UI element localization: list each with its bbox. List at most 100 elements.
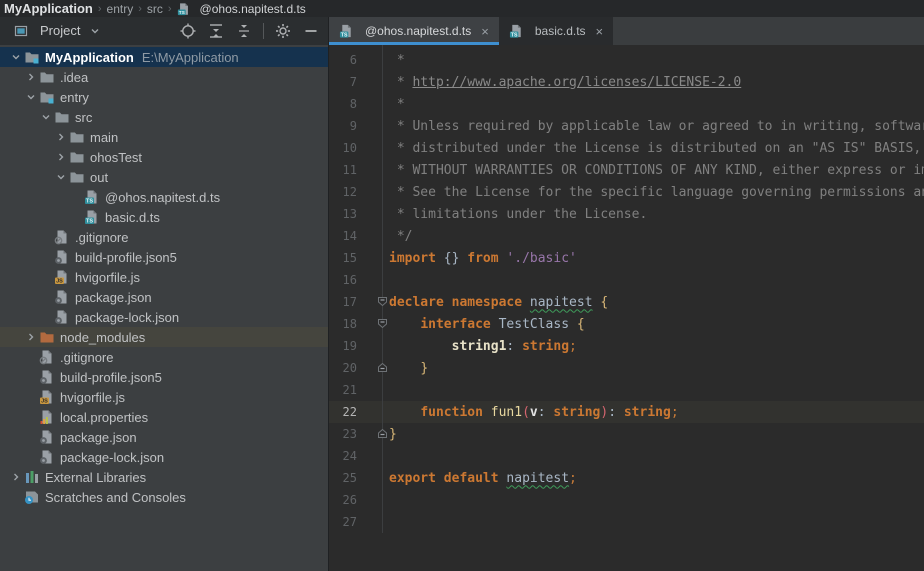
line-number[interactable]: 8 bbox=[329, 97, 365, 111]
fold-marker-up-icon[interactable] bbox=[365, 357, 383, 379]
line-number[interactable]: 11 bbox=[329, 163, 365, 177]
line-number[interactable]: 22 bbox=[329, 405, 365, 419]
code-line-7[interactable]: 7 * http://www.apache.org/licenses/LICEN… bbox=[329, 71, 924, 93]
tree-item-main[interactable]: main bbox=[0, 127, 328, 147]
chevron-down-icon[interactable] bbox=[53, 171, 68, 183]
code-line-19[interactable]: 19 string1: string; bbox=[329, 335, 924, 357]
collapse-all-button[interactable] bbox=[235, 22, 253, 40]
tab-close-icon[interactable]: × bbox=[596, 25, 604, 38]
tree-item-package-json[interactable]: package.json bbox=[0, 287, 328, 307]
chevron-down-icon[interactable] bbox=[38, 111, 53, 123]
code-line-16[interactable]: 16 bbox=[329, 269, 924, 291]
chevron-right-icon[interactable] bbox=[23, 331, 38, 343]
line-number[interactable]: 9 bbox=[329, 119, 365, 133]
tree-item-idea[interactable]: .idea bbox=[0, 67, 328, 87]
line-number[interactable]: 21 bbox=[329, 383, 365, 397]
line-number[interactable]: 7 bbox=[329, 75, 365, 89]
chevron-right-icon[interactable] bbox=[8, 471, 23, 483]
code-line-6[interactable]: 6 * bbox=[329, 49, 924, 71]
tree-item-ohostest[interactable]: ohosTest bbox=[0, 147, 328, 167]
tree-item-hvigorfile-js[interactable]: JShvigorfile.js bbox=[0, 267, 328, 287]
tree-item-src[interactable]: src bbox=[0, 107, 328, 127]
fold-marker-up-icon[interactable] bbox=[365, 423, 383, 445]
code-line-23[interactable]: 23} bbox=[329, 423, 924, 445]
chevron-right-icon[interactable] bbox=[53, 131, 68, 143]
code-line-21[interactable]: 21 bbox=[329, 379, 924, 401]
tree-item-package-lock-json[interactable]: package-lock.json bbox=[0, 307, 328, 327]
project-tree[interactable]: MyApplicationE:\MyApplication .idea entrys… bbox=[0, 45, 328, 571]
tree-item-entry[interactable]: entry bbox=[0, 87, 328, 107]
tab-close-icon[interactable]: × bbox=[481, 25, 489, 38]
code-line-8[interactable]: 8 * bbox=[329, 93, 924, 115]
tree-item-gitignore[interactable]: .gitignore bbox=[0, 227, 328, 247]
editor-tab-basic-d-ts[interactable]: TSbasic.d.ts× bbox=[499, 17, 613, 45]
hide-panel-minus-button[interactable] bbox=[302, 22, 320, 40]
code-line-27[interactable]: 27 bbox=[329, 511, 924, 533]
line-number[interactable]: 23 bbox=[329, 427, 365, 441]
line-number[interactable]: 25 bbox=[329, 471, 365, 485]
tree-item-scratches-and-consoles[interactable]: Scratches and Consoles bbox=[0, 487, 328, 507]
line-number[interactable]: 10 bbox=[329, 141, 365, 155]
line-number[interactable]: 14 bbox=[329, 229, 365, 243]
tree-item-package-lock-json[interactable]: package-lock.json bbox=[0, 447, 328, 467]
chevron-down-small-icon[interactable] bbox=[86, 23, 103, 39]
line-number[interactable]: 18 bbox=[329, 317, 365, 331]
tree-item-external-libraries[interactable]: External Libraries bbox=[0, 467, 328, 487]
locate-opened-file-button[interactable] bbox=[179, 22, 197, 40]
code-line-15[interactable]: 15import {} from './basic' bbox=[329, 247, 924, 269]
code-line-20[interactable]: 20 } bbox=[329, 357, 924, 379]
tree-item-myapplication[interactable]: MyApplicationE:\MyApplication bbox=[0, 47, 328, 67]
code-line-26[interactable]: 26 bbox=[329, 489, 924, 511]
line-number[interactable]: 16 bbox=[329, 273, 365, 287]
tree-item-label: .idea bbox=[60, 70, 88, 85]
line-number[interactable]: 15 bbox=[329, 251, 365, 265]
tree-item-ohos-napitest-d-ts[interactable]: TS@ohos.napitest.d.ts bbox=[0, 187, 328, 207]
breadcrumb-item-ohos-napitest-d-ts[interactable]: TS@ohos.napitest.d.ts bbox=[175, 1, 308, 17]
chevron-down-icon[interactable] bbox=[8, 51, 23, 63]
fold-marker-down-icon[interactable] bbox=[365, 291, 383, 313]
expand-all-button[interactable] bbox=[207, 22, 225, 40]
line-number[interactable]: 6 bbox=[329, 53, 365, 67]
code-editor[interactable]: 5 * You may obtain a copy of the License… bbox=[329, 45, 924, 571]
chevron-right-icon[interactable] bbox=[23, 71, 38, 83]
code-line-22[interactable]: 22 function fun1(v: string): string; bbox=[329, 401, 924, 423]
tree-item-package-json[interactable]: package.json bbox=[0, 427, 328, 447]
line-number[interactable]: 19 bbox=[329, 339, 365, 353]
breadcrumb-item-src[interactable]: src bbox=[145, 2, 165, 16]
tree-item-path: E:\MyApplication bbox=[142, 50, 239, 65]
code-line-12[interactable]: 12 * See the License for the specific la… bbox=[329, 181, 924, 203]
tree-item-gitignore[interactable]: .gitignore bbox=[0, 347, 328, 367]
tree-item-build-profile-json5[interactable]: build-profile.json5 bbox=[0, 247, 328, 267]
line-number[interactable]: 27 bbox=[329, 515, 365, 529]
tree-item-local-properties[interactable]: local.properties bbox=[0, 407, 328, 427]
line-number[interactable]: 24 bbox=[329, 449, 365, 463]
breadcrumb-item-entry[interactable]: entry bbox=[105, 2, 136, 16]
breadcrumb-item-myapplication[interactable]: MyApplication bbox=[2, 1, 95, 16]
code-line-9[interactable]: 9 * Unless required by applicable law or… bbox=[329, 115, 924, 137]
line-number[interactable]: 17 bbox=[329, 295, 365, 309]
code-line-18[interactable]: 18 interface TestClass { bbox=[329, 313, 924, 335]
code-line-25[interactable]: 25export default napitest; bbox=[329, 467, 924, 489]
chevron-right-icon[interactable] bbox=[53, 151, 68, 163]
tree-item-node-modules[interactable]: node_modules bbox=[0, 327, 328, 347]
line-number[interactable]: 13 bbox=[329, 207, 365, 221]
line-number[interactable]: 20 bbox=[329, 361, 365, 375]
tree-item-build-profile-json5[interactable]: build-profile.json5 bbox=[0, 367, 328, 387]
code-line-17[interactable]: 17declare namespace napitest { bbox=[329, 291, 924, 313]
tree-item-out[interactable]: out bbox=[0, 167, 328, 187]
line-number[interactable]: 26 bbox=[329, 493, 365, 507]
code-line-14[interactable]: 14 */ bbox=[329, 225, 924, 247]
chevron-down-icon[interactable] bbox=[23, 91, 38, 103]
code-line-24[interactable]: 24 bbox=[329, 445, 924, 467]
code-line-13[interactable]: 13 * limitations under the License. bbox=[329, 203, 924, 225]
line-number[interactable]: 12 bbox=[329, 185, 365, 199]
fold-marker-down-icon[interactable] bbox=[365, 313, 383, 335]
code-line-10[interactable]: 10 * distributed under the License is di… bbox=[329, 137, 924, 159]
tree-item-basic-d-ts[interactable]: TSbasic.d.ts bbox=[0, 207, 328, 227]
tree-item-hvigorfile-js[interactable]: JShvigorfile.js bbox=[0, 387, 328, 407]
code-line-11[interactable]: 11 * WITHOUT WARRANTIES OR CONDITIONS OF… bbox=[329, 159, 924, 181]
project-view-selector[interactable]: Project bbox=[8, 21, 112, 41]
code-text: * limitations under the License. bbox=[383, 207, 647, 222]
settings-gear-button[interactable] bbox=[274, 22, 292, 40]
editor-tab-ohos-napitest-d-ts[interactable]: TS@ohos.napitest.d.ts× bbox=[329, 17, 499, 45]
